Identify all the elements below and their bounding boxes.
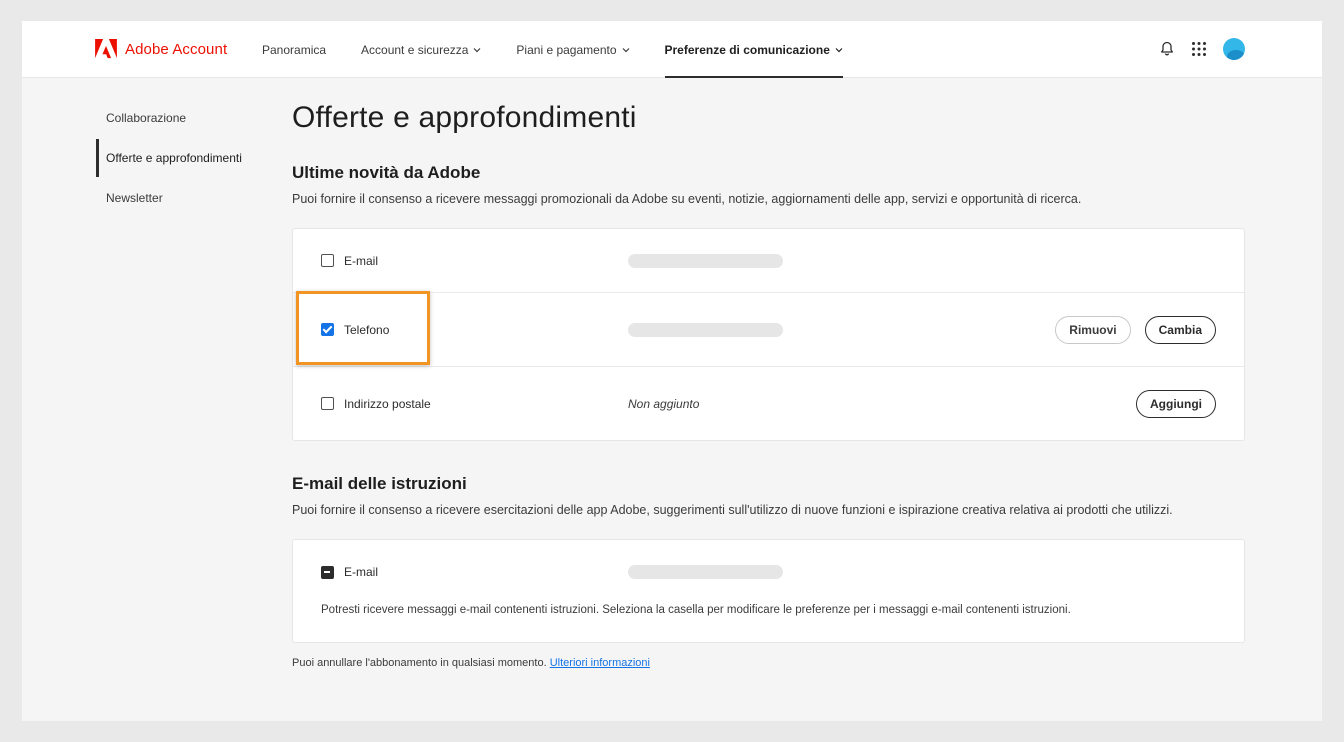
instruction-emails-card: E-mail Potresti ricevere messaggi e-mail… <box>292 539 1245 643</box>
nav-overview[interactable]: Panoramica <box>262 21 326 78</box>
main-nav: Panoramica Account e sicurezza Piani e p… <box>262 21 878 78</box>
brand[interactable]: Adobe Account <box>95 39 227 59</box>
sidebar: Collaborazione Offerte e approfondimenti… <box>96 101 256 219</box>
nav-plans-payment[interactable]: Piani e pagamento <box>516 21 629 78</box>
instruction-email-checkbox[interactable] <box>321 565 334 579</box>
row-email-label: E-mail <box>321 254 628 268</box>
more-info-link[interactable]: Ulteriori informazioni <box>550 657 650 669</box>
adobe-logo-icon <box>95 39 117 59</box>
row-instruction-email: E-mail <box>293 540 1244 604</box>
phone-label: Telefono <box>344 322 390 337</box>
postal-address-label: Indirizzo postale <box>344 396 431 411</box>
sidebar-item-offers[interactable]: Offerte e approfondimenti <box>96 139 256 177</box>
section-description-latest-news: Puoi fornire il consenso a ricevere mess… <box>292 192 1082 206</box>
page-title: Offerte e approfondimenti <box>292 101 637 134</box>
row-postal-label: Indirizzo postale <box>321 397 628 411</box>
postal-address-value: Non aggiunto <box>628 396 700 411</box>
chevron-down-icon <box>622 47 629 52</box>
unsubscribe-text: Puoi annullare l'abbonamento in qualsias… <box>292 657 547 669</box>
page-frame: Adobe Account Panoramica Account e sicur… <box>22 21 1322 721</box>
sidebar-item-collaboration[interactable]: Collaborazione <box>96 101 256 135</box>
chevron-down-icon <box>473 47 481 52</box>
chevron-down-icon <box>835 47 843 52</box>
header-icons <box>1159 38 1245 60</box>
avatar[interactable] <box>1223 38 1245 60</box>
email-checkbox[interactable] <box>321 254 334 267</box>
row-phone: Telefono Rimuovi Cambia <box>293 291 1244 367</box>
nav-account-security[interactable]: Account e sicurezza <box>361 21 481 78</box>
instruction-email-label: E-mail <box>344 565 379 579</box>
postal-address-checkbox[interactable] <box>321 397 334 410</box>
top-header: Adobe Account Panoramica Account e sicur… <box>22 21 1322 78</box>
email-value-placeholder <box>628 253 783 268</box>
bell-icon[interactable] <box>1159 41 1175 57</box>
add-postal-address-button[interactable]: Aggiungi <box>1136 389 1216 418</box>
remove-phone-button[interactable]: Rimuovi <box>1055 315 1131 344</box>
brand-name: Adobe Account <box>125 40 228 58</box>
nav-communication-preferences-label: Preferenze di comunicazione <box>664 42 830 57</box>
row-phone-label: Telefono <box>321 323 628 337</box>
section-title-instructions: E-mail delle istruzioni <box>292 474 467 493</box>
nav-plans-payment-label: Piani e pagamento <box>516 42 617 57</box>
row-postal-address: Indirizzo postale Non aggiunto Aggiungi <box>293 367 1244 440</box>
nav-account-security-label: Account e sicurezza <box>361 42 469 57</box>
app-grid-icon[interactable] <box>1191 41 1207 57</box>
section-description-instructions: Puoi fornire il consenso a ricevere eser… <box>292 503 1173 517</box>
phone-checkbox[interactable] <box>321 323 334 336</box>
instruction-email-note: Potresti ricevere messaggi e-mail conten… <box>321 604 1071 616</box>
email-label: E-mail <box>344 253 379 268</box>
row-instruction-email-label: E-mail <box>321 565 628 579</box>
unsubscribe-note: Puoi annullare l'abbonamento in qualsias… <box>292 657 1245 669</box>
postal-actions: Aggiungi <box>1136 389 1216 418</box>
sidebar-item-newsletter[interactable]: Newsletter <box>96 181 256 215</box>
main-content: Offerte e approfondimenti Ultime novità … <box>292 101 1245 669</box>
contact-methods-card: E-mail Telefono Rimuovi Cambia Indirizzo… <box>292 228 1245 441</box>
phone-value-placeholder <box>628 322 783 337</box>
section-title-latest-news: Ultime novità da Adobe <box>292 163 481 182</box>
instruction-email-value-placeholder <box>628 565 783 579</box>
nav-communication-preferences[interactable]: Preferenze di comunicazione <box>664 21 844 78</box>
change-phone-button[interactable]: Cambia <box>1144 315 1216 344</box>
nav-overview-label: Panoramica <box>262 42 327 57</box>
row-email: E-mail <box>293 229 1244 293</box>
phone-actions: Rimuovi Cambia <box>1055 315 1216 344</box>
